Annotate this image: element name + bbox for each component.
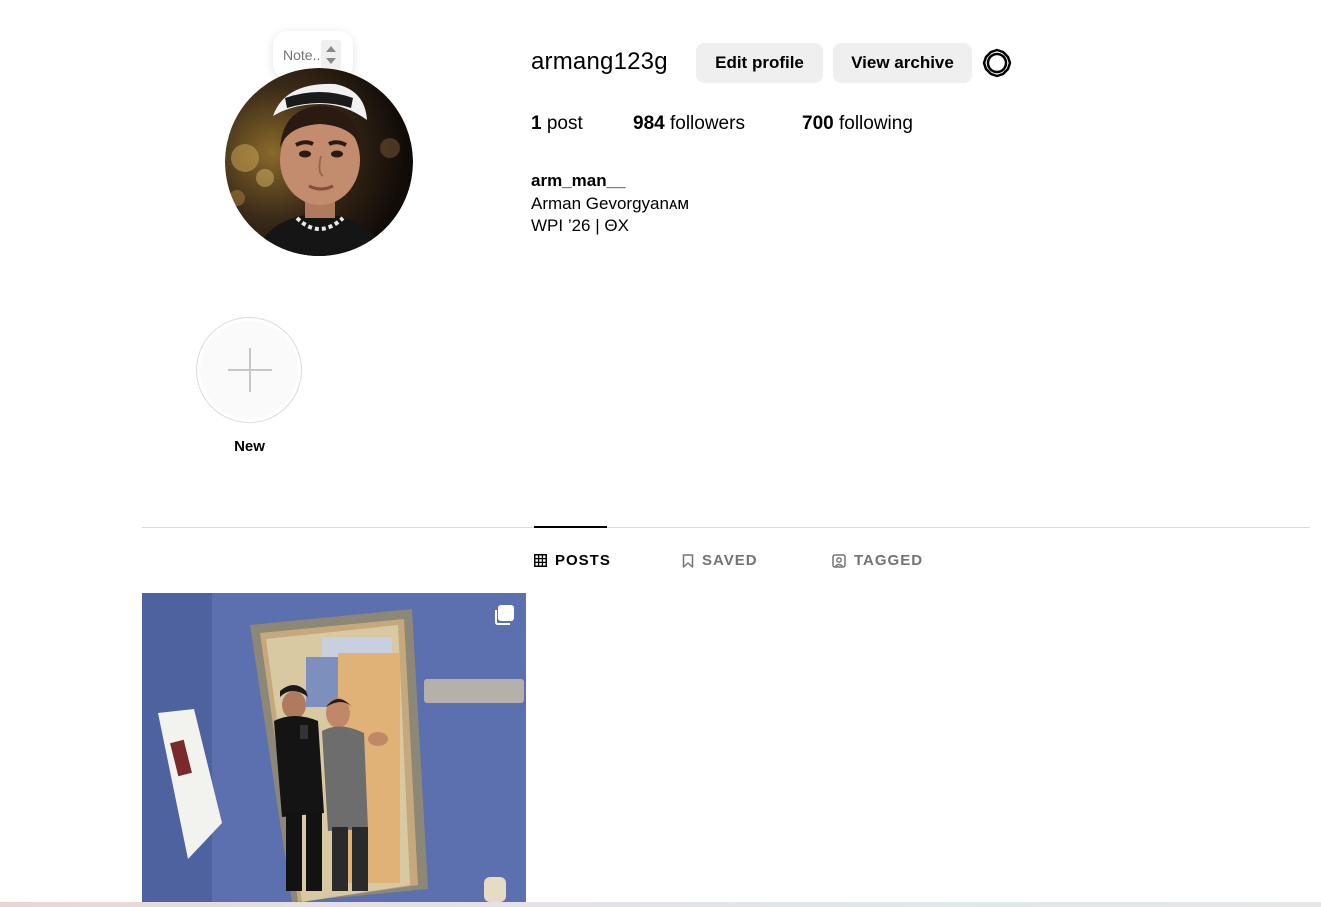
post-thumbnail[interactable] bbox=[142, 593, 526, 902]
highlight-label: New bbox=[234, 438, 265, 455]
multiple-images-icon bbox=[495, 605, 514, 625]
bio-line: WPI ’26 | ΘX bbox=[531, 216, 629, 235]
tagged-user-icon bbox=[832, 553, 846, 568]
view-archive-button[interactable]: View archive bbox=[833, 43, 972, 83]
tab-posts[interactable]: POSTS bbox=[534, 552, 611, 569]
tabs-divider bbox=[142, 527, 1310, 528]
followers-link[interactable]: 984 followers bbox=[633, 113, 745, 135]
profile-avatar[interactable] bbox=[225, 68, 413, 256]
chevron-down-icon bbox=[326, 58, 336, 64]
avatar-image bbox=[225, 68, 413, 256]
plus-icon bbox=[200, 321, 298, 419]
profile-username: armang123g bbox=[531, 48, 668, 75]
tab-tagged[interactable]: TAGGED bbox=[832, 552, 923, 569]
tab-saved-label: SAVED bbox=[702, 552, 758, 569]
tab-tagged-label: TAGGED bbox=[854, 552, 924, 569]
active-tab-indicator bbox=[534, 526, 607, 528]
bio-line: Arman Gevorgyanᴀᴍ bbox=[531, 194, 690, 213]
bio-name: arm_man__ bbox=[531, 171, 626, 190]
chevron-up-icon bbox=[326, 46, 336, 52]
window-bottom-strip bbox=[0, 902, 1321, 907]
note-placeholder: Note... bbox=[283, 47, 325, 63]
edit-profile-button[interactable]: Edit profile bbox=[696, 43, 823, 83]
posts-count: 1 post bbox=[531, 113, 583, 134]
note-stepper[interactable] bbox=[321, 40, 341, 70]
grid-icon bbox=[534, 554, 547, 567]
following-link[interactable]: 700 following bbox=[802, 113, 913, 135]
new-highlight-button[interactable]: New bbox=[196, 317, 303, 455]
tab-saved[interactable]: SAVED bbox=[682, 552, 758, 569]
gear-icon[interactable] bbox=[982, 48, 1012, 78]
highlight-ring bbox=[196, 317, 302, 423]
tab-posts-label: POSTS bbox=[555, 552, 611, 569]
bookmark-icon bbox=[682, 553, 694, 568]
post-image bbox=[142, 593, 526, 902]
